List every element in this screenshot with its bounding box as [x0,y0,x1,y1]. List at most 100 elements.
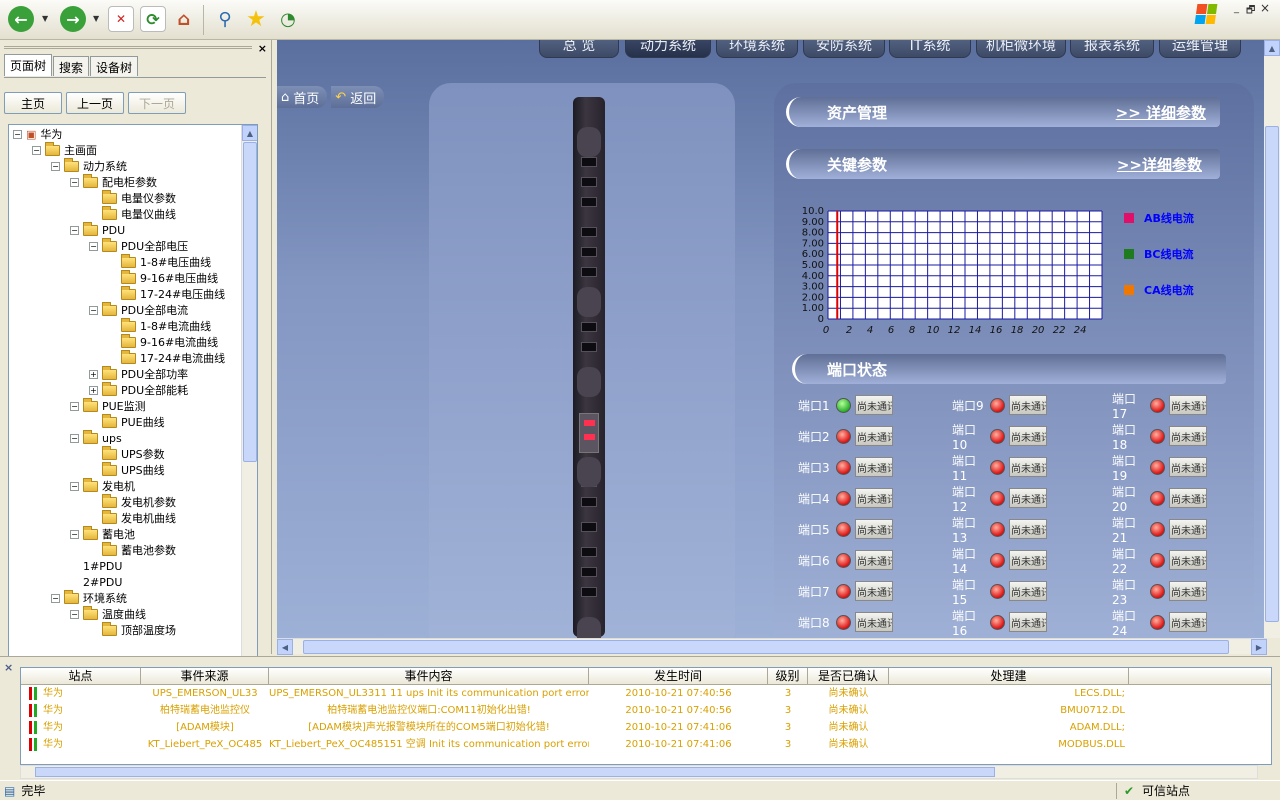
tree-item[interactable]: + PDU全部能耗 [89,381,188,398]
tree-item[interactable]: 9-16#电压曲线 [108,269,218,286]
tab-device-tree[interactable]: 设备树 [90,56,139,76]
system-tab[interactable]: 动力系统 [625,40,711,58]
tree-item[interactable]: 发电机曲线 [89,509,176,526]
port-state-button[interactable]: 尚未通讯 [1009,581,1047,601]
port-state-button[interactable]: 尚未通讯 [855,457,893,477]
port-state-button[interactable]: 尚未通讯 [1009,426,1047,446]
column-header[interactable]: 事件内容 [269,668,589,684]
collapse-icon[interactable]: − [70,401,79,411]
event-hscrollbar[interactable] [20,765,1258,779]
system-tab[interactable]: 安防系统 [803,40,885,58]
tree-item[interactable]: − PDU全部电流 [89,301,188,318]
tree-item[interactable]: 17-24#电压曲线 [108,285,225,302]
favorites-icon[interactable]: ★ [243,6,269,32]
port-state-button[interactable]: 尚未通讯 [1009,550,1047,570]
content-hscrollbar[interactable]: ◀ ▶ [277,638,1267,655]
content-scroll-thumb[interactable] [1265,126,1279,622]
tree-item[interactable]: − PDU [70,221,125,238]
collapse-icon[interactable]: − [32,145,41,155]
tree-item[interactable]: 1#PDU [70,558,122,574]
event-row[interactable]: 华为 KT_Liebert_PeX_OC485 KT_Liebert_PeX_OC4… [21,736,1271,753]
scroll-right-icon[interactable]: ▶ [1251,639,1267,655]
column-header[interactable]: 站点 [21,668,141,684]
home-link[interactable]: ⌂ 首页 [277,86,328,108]
event-panel-close-button[interactable]: × [4,661,13,674]
content-hscroll-thumb[interactable] [303,640,1229,654]
column-header[interactable]: 处理建 [889,668,1129,684]
collapse-icon[interactable]: − [70,529,79,539]
tree-item[interactable]: 顶部温度场 [89,621,176,638]
port-state-button[interactable]: 尚未通讯 [1169,426,1207,446]
forward-dropdown-icon[interactable]: ▼ [93,14,99,23]
back-dropdown-icon[interactable]: ▼ [42,14,48,23]
collapse-icon[interactable]: − [89,305,98,315]
sidebar-gripper[interactable] [4,46,252,49]
sidebar-close-button[interactable]: × [258,42,267,55]
port-state-button[interactable]: 尚未通讯 [1169,550,1207,570]
next-page-button[interactable]: 下一页 [128,92,186,114]
tree-scrollbar[interactable]: ▲ ▼ [241,125,257,675]
history-icon[interactable]: ◔ [275,6,301,32]
close-button[interactable]: × [1260,1,1270,15]
port-state-button[interactable]: 尚未通讯 [1169,519,1207,539]
port-state-button[interactable]: 尚未通讯 [1009,395,1047,415]
refresh-icon[interactable]: ⟳ [140,6,166,32]
tree-item[interactable]: − 主画面 [32,141,97,158]
collapse-icon[interactable]: − [89,241,98,251]
system-tab[interactable]: 运维管理 [1159,40,1241,58]
tree-item[interactable]: 17-24#电流曲线 [108,349,225,366]
column-header[interactable]: 发生时间 [589,668,768,684]
collapse-icon[interactable]: − [70,177,79,187]
event-row[interactable]: 华为 [ADAM模块] [ADAM模块]声光报警模块所在的COM5端口初始化错! 20… [21,719,1271,736]
port-state-button[interactable]: 尚未通讯 [855,581,893,601]
tree-scroll-thumb[interactable] [243,142,257,462]
collapse-icon[interactable]: − [51,593,60,603]
port-state-button[interactable]: 尚未通讯 [1169,612,1207,632]
port-state-button[interactable]: 尚未通讯 [855,612,893,632]
port-state-button[interactable]: 尚未通讯 [855,550,893,570]
system-tab[interactable]: 机柜微环境 [976,40,1066,58]
tree-item[interactable]: UPS参数 [89,445,165,462]
event-row[interactable]: 华为 柏特瑞蓄电池监控仪 柏特瑞蓄电池监控仪端口:COM11初始化出错! 2010-1… [21,702,1271,719]
tree-item[interactable]: 9-16#电流曲线 [108,333,218,350]
event-row[interactable]: 华为 UPS_EMERSON_UL33 UPS_EMERSON_UL3311 11 … [21,685,1271,702]
tab-page-tree[interactable]: 页面树 [4,54,53,76]
tree-item[interactable]: − 环境系统 [51,589,127,606]
tree-item[interactable]: − PUE监测 [70,397,146,414]
tree-item[interactable]: 1-8#电流曲线 [108,317,211,334]
port-state-button[interactable]: 尚未通讯 [1009,488,1047,508]
collapse-icon[interactable]: − [13,129,22,139]
tree-item[interactable]: − 温度曲线 [70,605,146,622]
tree-item[interactable]: − PDU全部电压 [89,237,188,254]
restore-button[interactable]: 🗗 [1246,3,1255,20]
collapse-icon[interactable]: − [51,161,60,171]
system-tab[interactable]: IT系统 [889,40,971,58]
tree-item[interactable]: − ups [70,429,122,446]
search-icon[interactable]: ⚲ [212,6,238,32]
tree-item[interactable]: − 发电机 [70,477,135,494]
params-detail-link[interactable]: >>详细参数 [1117,154,1202,175]
port-state-button[interactable]: 尚未通讯 [1169,581,1207,601]
event-hscroll-thumb[interactable] [35,767,995,777]
tree-item[interactable]: − 配电柜参数 [70,173,157,190]
port-state-button[interactable]: 尚未通讯 [855,395,893,415]
port-state-button[interactable]: 尚未通讯 [1009,612,1047,632]
minimize-button[interactable]: _ [1234,3,1239,14]
column-header[interactable]: 级别 [768,668,808,684]
tab-search[interactable]: 搜索 [53,56,90,76]
scroll-left-icon[interactable]: ◀ [277,639,293,655]
tree-item[interactable]: − ▣ 华为 [13,126,62,142]
system-tab[interactable]: 总 览 [539,40,619,58]
port-state-button[interactable]: 尚未通讯 [855,488,893,508]
port-state-button[interactable]: 尚未通讯 [1169,488,1207,508]
system-tab[interactable]: 环境系统 [716,40,798,58]
content-scroll-up-icon[interactable]: ▲ [1264,40,1280,56]
stop-icon[interactable]: ✕ [108,6,134,32]
tree-item[interactable]: 蓄电池参数 [89,541,176,558]
home-icon[interactable]: ⌂ [171,6,197,32]
tree-item[interactable]: − 动力系统 [51,157,127,174]
tree-item[interactable]: 电量仪曲线 [89,205,176,222]
tree-item[interactable]: PUE曲线 [89,413,165,430]
prev-page-button[interactable]: 上一页 [66,92,124,114]
tree-item[interactable]: 2#PDU [70,574,122,590]
